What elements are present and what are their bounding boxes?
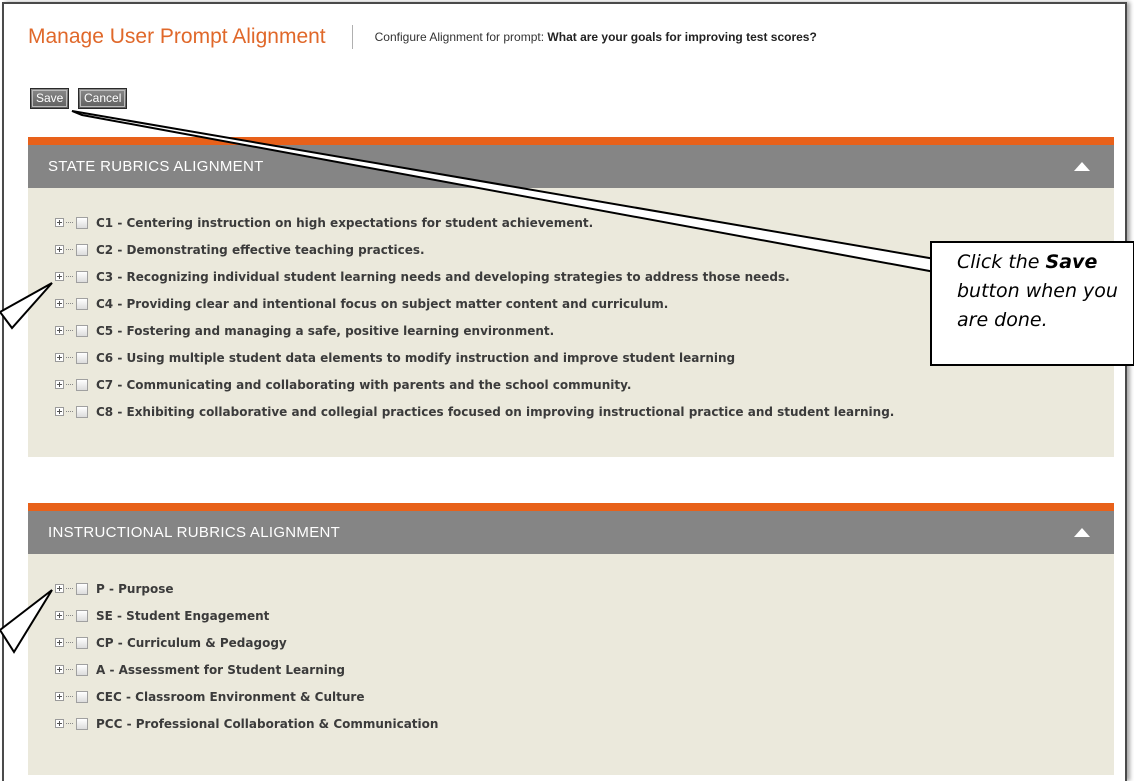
callout-text-post: button when you are done. [957,280,1118,331]
checkbox-callout-arrow [0,282,53,330]
save-callout-box: Click the Save button when you are done. [930,241,1134,366]
expand-callout-arrow [0,589,53,654]
save-callout-arrow [71,110,936,274]
callout-text-pre: Click the [957,251,1040,273]
callout-text-bold: Save [1045,251,1098,273]
callout-arrows [0,110,936,654]
